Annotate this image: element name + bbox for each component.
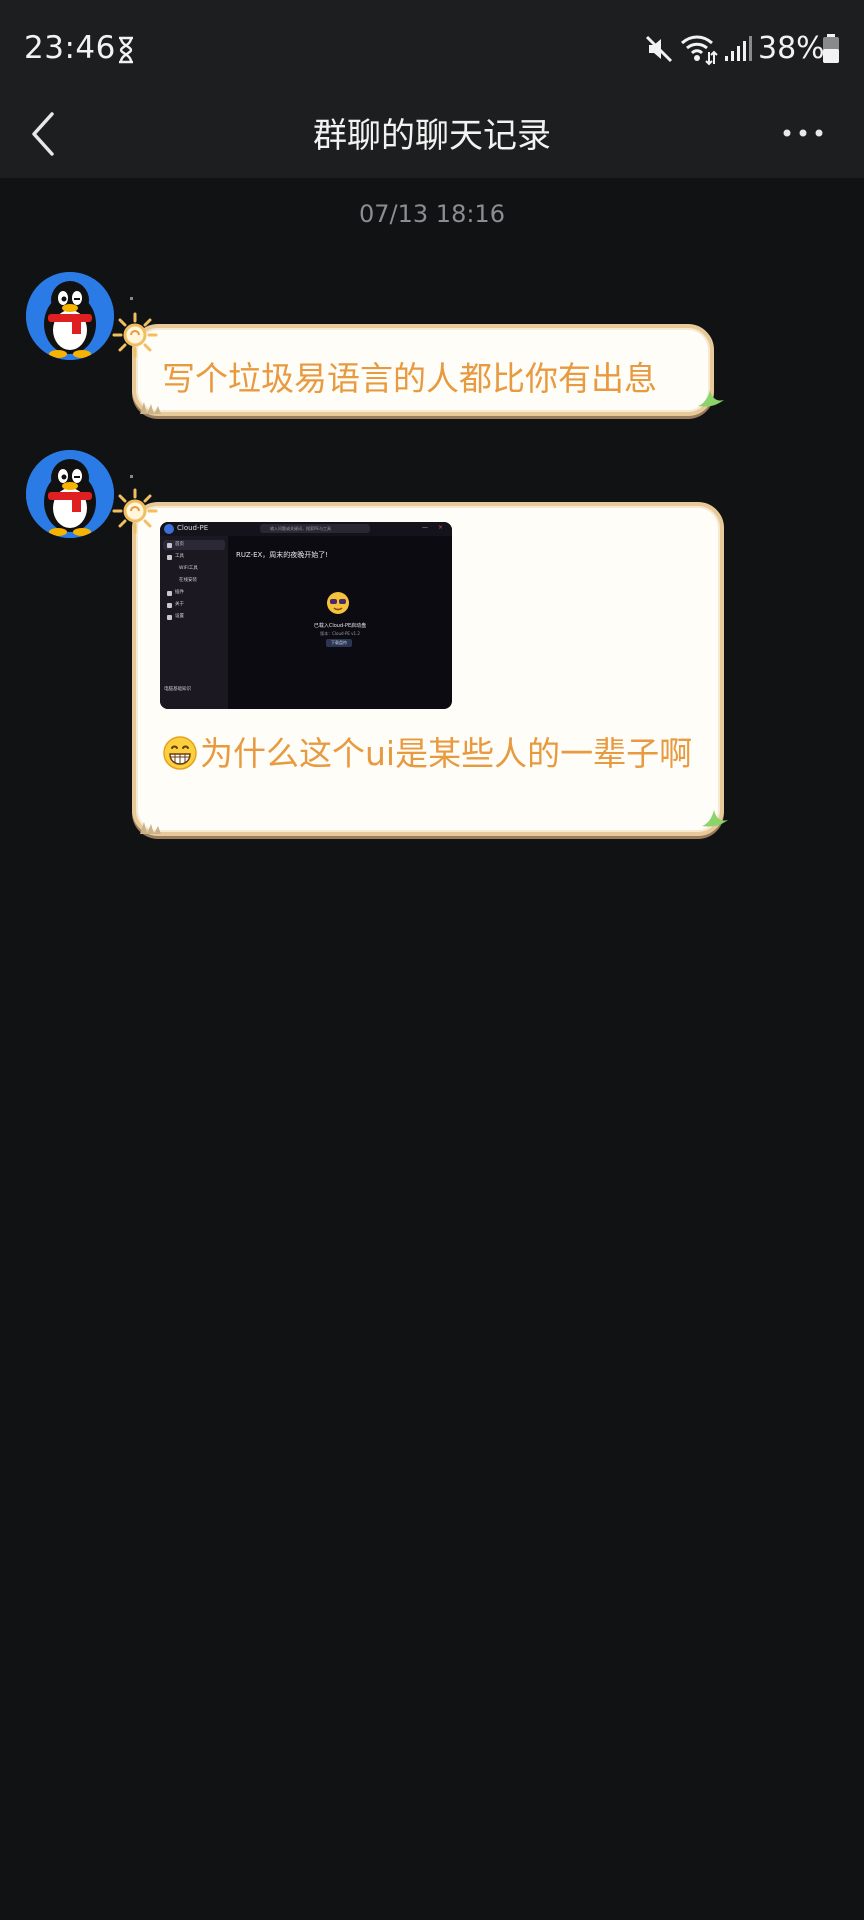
- grass-decoration-icon: [140, 402, 161, 414]
- app-logo-icon: [164, 524, 174, 534]
- grinning-face-icon: [163, 736, 197, 770]
- leaf-decoration-icon: [698, 390, 724, 407]
- message-bubble[interactable]: Cloud-PE 输入问题或关键词，搜索PE与工具 — × 首页 工具 WIFI…: [132, 502, 728, 836]
- message-bubble[interactable]: 写个垃圾易语言的人都比你有出息: [132, 324, 724, 416]
- embed-nav-item: WIFI工具: [179, 566, 198, 571]
- embed-sidebar: 首页 工具 WIFI工具 在线安装 插件 关于 设置 电脑基础知识: [160, 536, 228, 709]
- embed-nav-item: 工具: [163, 552, 225, 562]
- qq-penguin-avatar: [26, 272, 114, 360]
- embed-app-name: Cloud-PE: [177, 524, 209, 532]
- qq-penguin-avatar: [26, 450, 114, 538]
- sender-name-placeholder: [130, 297, 133, 300]
- tools-icon: [167, 555, 172, 560]
- mute-icon: [645, 35, 673, 63]
- sun-decoration-icon: [112, 488, 158, 534]
- battery-icon: [823, 34, 839, 63]
- chat-header: 群聊的聊天记录: [0, 90, 864, 178]
- close-icon: ×: [438, 524, 444, 531]
- signal-icon: [725, 36, 752, 61]
- embed-subtitle: 版本：Cloud-PE v1.2: [320, 631, 360, 636]
- status-time: 23:46: [24, 30, 116, 66]
- embed-nav-item: 插件: [163, 588, 225, 598]
- home-icon: [167, 543, 172, 548]
- status-bar: 23:46 38%: [0, 0, 864, 90]
- sender-avatar[interactable]: [26, 450, 114, 538]
- sender-name-placeholder: [130, 475, 133, 478]
- more-dots-icon[interactable]: [782, 120, 824, 146]
- page-title: 群聊的聊天记录: [313, 116, 551, 156]
- info-icon: [167, 603, 172, 608]
- embed-nav-item: 关于: [163, 600, 225, 610]
- embed-main: RUZ-EX，周末的夜晚开始了! 已载入Cloud-PE启动盘 版本：Cloud…: [228, 536, 452, 709]
- sender-avatar[interactable]: [26, 272, 114, 360]
- plugin-icon: [167, 591, 172, 596]
- attached-image[interactable]: Cloud-PE 输入问题或关键词，搜索PE与工具 — × 首页 工具 WIFI…: [160, 522, 452, 709]
- embed-search-input: 输入问题或关键词，搜索PE与工具: [260, 524, 370, 533]
- embed-nav-item: 首页: [163, 540, 225, 550]
- leaf-decoration-icon: [702, 810, 728, 827]
- message-text: 为什么这个ui是某些人的一辈子啊: [162, 728, 702, 780]
- embed-nav-item: 设置: [163, 612, 225, 622]
- message-body: 为什么这个ui是某些人的一辈子啊: [200, 734, 693, 773]
- sunglasses-face-icon: [327, 592, 349, 614]
- message-text: 写个垃圾易语言的人都比你有出息: [162, 359, 657, 398]
- gear-icon: [167, 615, 172, 620]
- chat-timestamp: 07/13 18:16: [359, 200, 505, 228]
- wifi-icon: [681, 35, 718, 66]
- embed-button: 下载盘符: [326, 639, 352, 647]
- hourglass-icon: [119, 36, 133, 64]
- embed-footer: 电脑基础知识: [164, 687, 191, 692]
- sun-decoration-icon: [112, 312, 158, 358]
- grass-decoration-icon: [140, 822, 161, 834]
- embed-greeting: RUZ-EX，周末的夜晚开始了!: [236, 551, 329, 559]
- embed-titlebar: Cloud-PE 输入问题或关键词，搜索PE与工具 — ×: [160, 522, 452, 536]
- embed-nav-item: 在线安装: [179, 578, 197, 583]
- embed-welcome: 已载入Cloud-PE启动盘: [313, 623, 367, 629]
- minimize-icon: —: [422, 524, 428, 531]
- battery-percentage: 38%: [758, 31, 825, 66]
